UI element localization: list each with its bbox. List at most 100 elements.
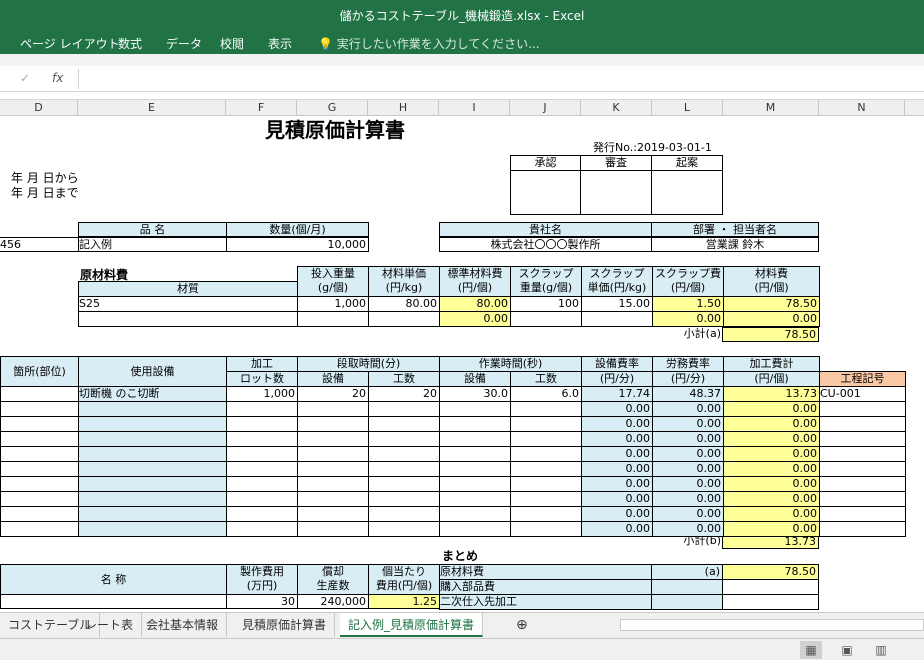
process-cell[interactable] [819, 446, 906, 462]
process-cell[interactable] [226, 491, 298, 507]
process-cell[interactable] [368, 476, 440, 492]
process-cell[interactable]: 48.37 [652, 386, 724, 402]
process-cell[interactable]: 13.73 [723, 386, 820, 402]
process-cell[interactable] [297, 401, 369, 417]
process-cell[interactable] [510, 461, 582, 477]
process-cell[interactable] [819, 506, 906, 522]
process-cell[interactable] [439, 476, 511, 492]
process-cell[interactable]: 0.00 [652, 521, 724, 537]
approval-box[interactable] [510, 170, 581, 215]
process-cell[interactable]: 6.0 [510, 386, 582, 402]
process-place[interactable] [0, 491, 79, 507]
process-cell[interactable]: 0.00 [652, 461, 724, 477]
sheet-tab-company-info[interactable]: 会社基本情報 [138, 613, 228, 637]
process-cell[interactable] [368, 491, 440, 507]
process-cell[interactable] [439, 446, 511, 462]
col-header-F[interactable]: F [226, 100, 297, 116]
process-cell[interactable] [439, 461, 511, 477]
process-cell[interactable] [78, 476, 227, 492]
sheet-tab-estimate[interactable]: 見積原価計算書 [234, 613, 336, 637]
product-code[interactable]: 456 [0, 237, 79, 252]
summary-item-value[interactable] [722, 594, 819, 610]
page-break-view-icon[interactable]: ▥ [870, 641, 892, 659]
summary-qty[interactable]: 240,000 [297, 594, 369, 609]
material-cell[interactable] [581, 311, 653, 327]
process-cell[interactable] [368, 446, 440, 462]
process-cell[interactable]: 0.00 [581, 446, 653, 462]
material-cell[interactable]: 1,000 [297, 296, 369, 312]
process-place[interactable] [0, 461, 79, 477]
process-cell[interactable] [226, 416, 298, 432]
process-cell[interactable]: 0.00 [581, 476, 653, 492]
process-cell[interactable] [78, 416, 227, 432]
material-cell[interactable] [510, 311, 582, 327]
process-cell[interactable] [226, 476, 298, 492]
process-cell[interactable]: 0.00 [652, 431, 724, 447]
process-cell[interactable]: 0.00 [581, 461, 653, 477]
process-cell[interactable]: 0.00 [652, 506, 724, 522]
col-header-D[interactable]: D [0, 100, 78, 116]
process-cell[interactable] [819, 521, 906, 537]
process-cell[interactable]: 0.00 [723, 491, 820, 507]
material-cell[interactable]: 0.00 [652, 311, 724, 327]
process-cell[interactable]: 0.00 [581, 521, 653, 537]
process-cell[interactable] [368, 461, 440, 477]
col-header-E[interactable]: E [78, 100, 226, 116]
process-cell[interactable]: 0.00 [723, 521, 820, 537]
process-cell[interactable] [368, 416, 440, 432]
process-cell[interactable] [226, 401, 298, 417]
process-cell[interactable]: 0.00 [723, 416, 820, 432]
process-cell[interactable] [297, 491, 369, 507]
process-cell[interactable] [368, 431, 440, 447]
process-cell[interactable] [297, 506, 369, 522]
process-place[interactable] [0, 446, 79, 462]
col-header-I[interactable]: I [439, 100, 510, 116]
process-cell[interactable]: 0.00 [581, 416, 653, 432]
process-cell[interactable] [819, 491, 906, 507]
process-cell[interactable]: 0.00 [652, 416, 724, 432]
process-cell[interactable]: 0.00 [723, 506, 820, 522]
process-cell[interactable]: 0.00 [581, 401, 653, 417]
material-cell[interactable] [297, 311, 369, 327]
col-header-M[interactable]: M [723, 100, 819, 116]
process-cell[interactable] [819, 476, 906, 492]
process-cell[interactable] [439, 506, 511, 522]
tab-page-layout[interactable]: ページ レイアウト [20, 35, 120, 52]
quantity[interactable]: 10,000 [226, 237, 369, 252]
process-cell[interactable] [439, 401, 511, 417]
process-cell[interactable] [510, 416, 582, 432]
normal-view-icon[interactable]: ▦ [800, 641, 822, 659]
process-cell[interactable]: 0.00 [723, 476, 820, 492]
process-cell[interactable] [510, 506, 582, 522]
process-cell[interactable] [368, 506, 440, 522]
process-cell[interactable] [78, 431, 227, 447]
process-cell[interactable] [297, 446, 369, 462]
process-cell[interactable] [226, 521, 298, 537]
tab-formulas[interactable]: 数式 [118, 35, 142, 52]
summary-row-name[interactable] [0, 594, 227, 609]
process-cell[interactable]: CU-001 [819, 386, 906, 402]
add-sheet-icon[interactable]: ⊕ [508, 613, 536, 637]
process-cell[interactable] [819, 431, 906, 447]
col-header-G[interactable]: G [297, 100, 368, 116]
process-cell[interactable]: 0.00 [723, 461, 820, 477]
process-cell[interactable] [510, 521, 582, 537]
process-cell[interactable]: 17.74 [581, 386, 653, 402]
material-cell[interactable]: 0.00 [439, 311, 511, 327]
process-cell[interactable] [439, 431, 511, 447]
process-cell[interactable] [78, 401, 227, 417]
check-icon[interactable]: ✓ [20, 71, 30, 85]
process-cell[interactable] [226, 461, 298, 477]
process-cell[interactable] [510, 476, 582, 492]
process-cell[interactable]: 0.00 [652, 491, 724, 507]
process-cell[interactable] [510, 491, 582, 507]
summary-unit-cost[interactable]: 1.25 [368, 594, 440, 609]
process-cell[interactable] [226, 431, 298, 447]
process-cell[interactable]: 0.00 [652, 476, 724, 492]
material-cell[interactable]: 15.00 [581, 296, 653, 312]
tell-me-search[interactable]: 💡 実行したい作業を入力してください... [318, 35, 540, 52]
tab-view[interactable]: 表示 [268, 35, 292, 52]
summary-item-value[interactable] [722, 579, 819, 595]
page-layout-view-icon[interactable]: ▣ [836, 641, 858, 659]
sheet-tab-rate-table[interactable]: レート表 [77, 613, 143, 637]
